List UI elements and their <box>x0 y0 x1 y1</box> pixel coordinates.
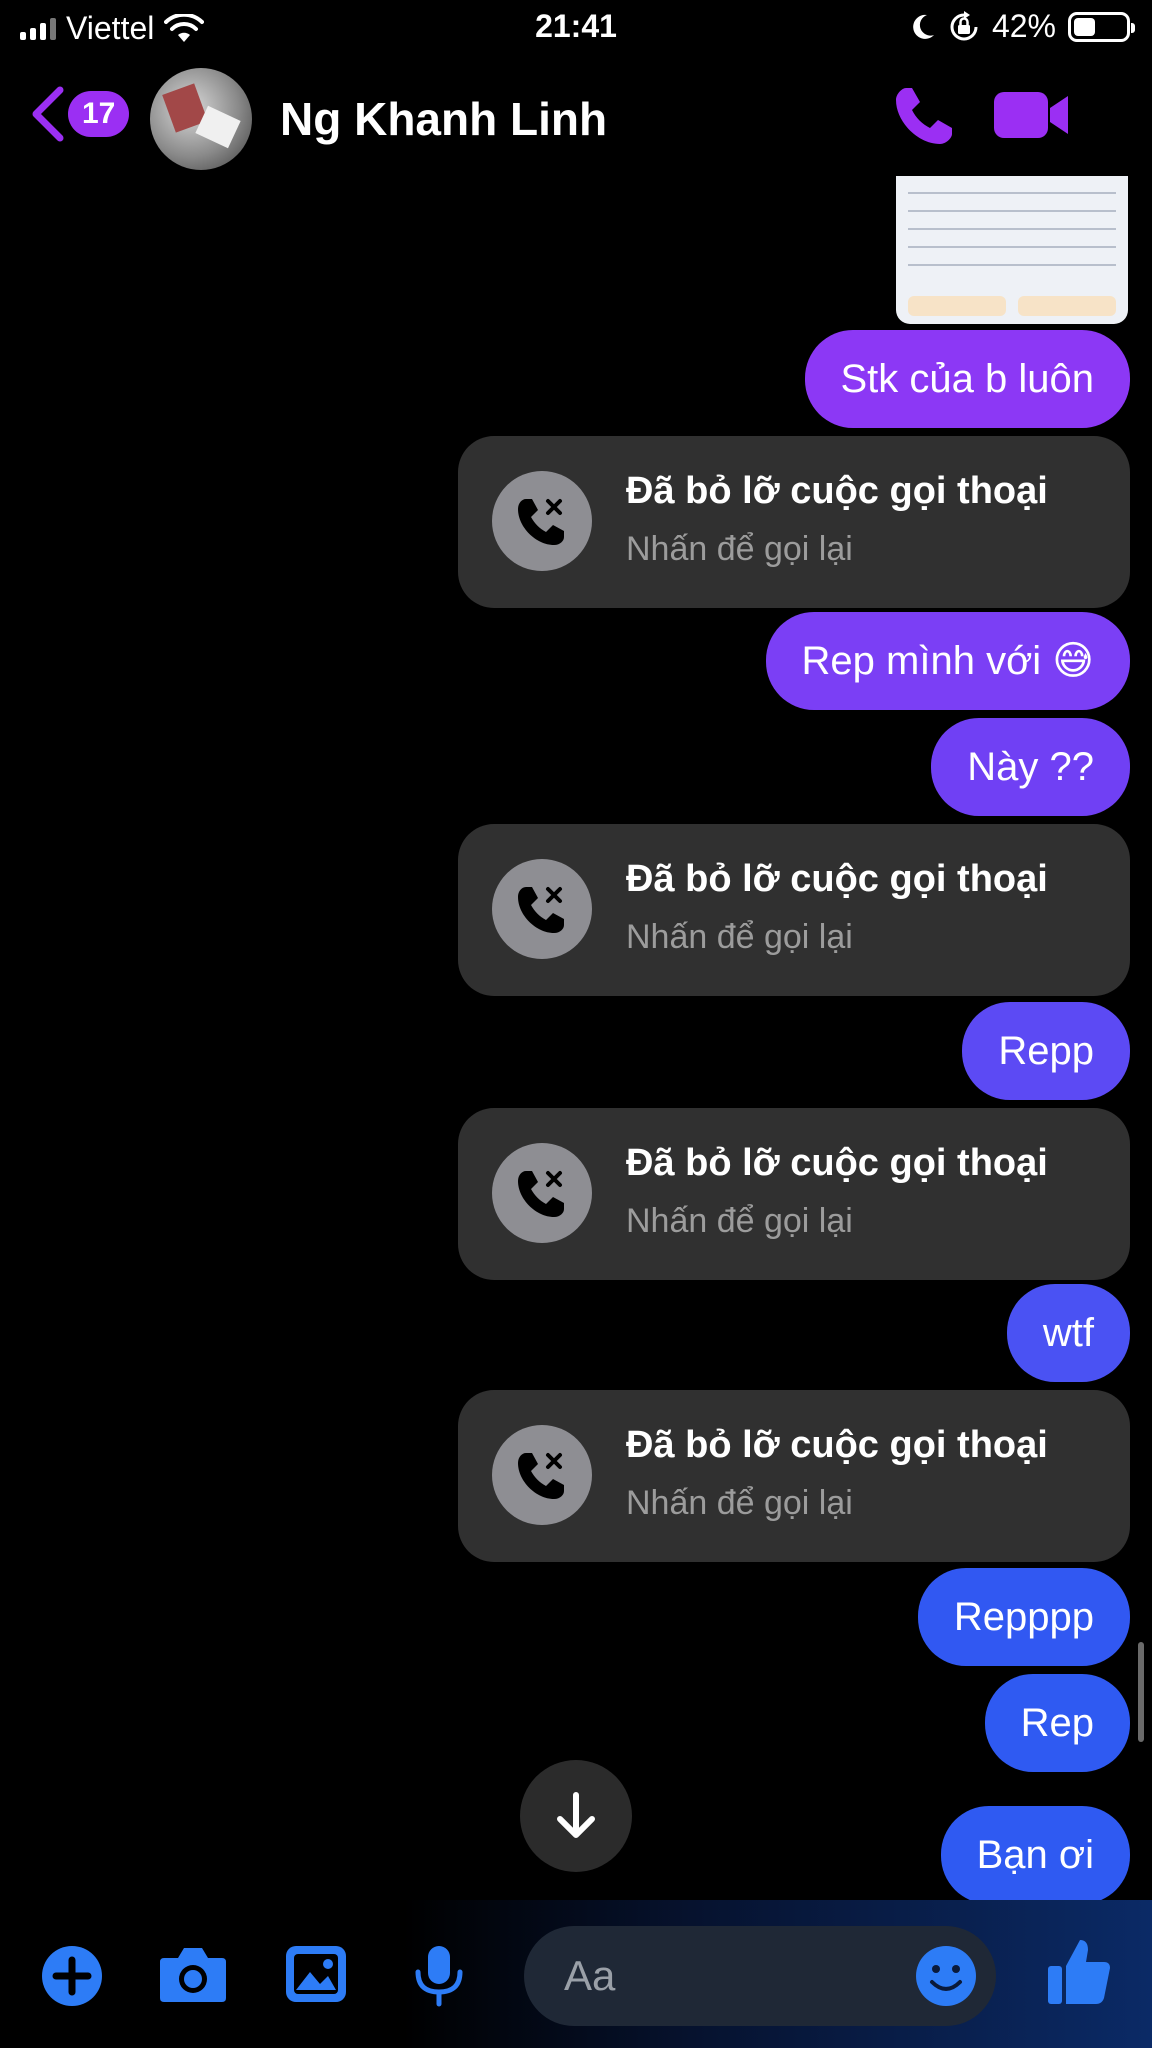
message-bubble[interactable]: Stk của b luôn <box>804 330 1130 428</box>
battery-icon <box>1068 11 1135 42</box>
thumbs-up-icon <box>1048 1940 1110 2004</box>
missed-call-subtitle: Nhấn để gọi lại <box>626 1484 853 1522</box>
image-icon <box>286 1946 346 2002</box>
phone-icon <box>896 88 952 144</box>
rotation-lock-icon <box>950 10 978 40</box>
missed-call-card[interactable]: Đã bỏ lỡ cuộc gọi thoại Nhấn để gọi lại <box>458 436 1130 608</box>
message-bubble[interactable]: wtf <box>1006 1284 1130 1382</box>
status-bar: Viettel 21:41 42% <box>0 0 1152 62</box>
transfer-receipt-image[interactable] <box>896 176 1128 324</box>
back-button[interactable]: 17 <box>30 86 130 142</box>
battery-percent: 42% <box>991 8 1056 44</box>
message-bubble[interactable]: Bạn ơi <box>940 1806 1130 1900</box>
missed-call-title: Đã bỏ lỡ cuộc gọi thoại <box>626 1424 1048 1466</box>
emoji-icon <box>916 1946 976 2006</box>
missed-call-card[interactable]: Đã bỏ lỡ cuộc gọi thoại Nhấn để gọi lại <box>458 1390 1130 1562</box>
contact-name[interactable]: Ng Khanh Linh <box>280 92 607 146</box>
message-bubble[interactable]: Rep <box>984 1674 1130 1772</box>
missed-call-subtitle: Nhấn để gọi lại <box>626 1202 853 1240</box>
message-input[interactable] <box>564 1946 884 2006</box>
avatar[interactable] <box>150 68 252 170</box>
message-bubble[interactable]: Rep mình với 😅 <box>765 612 1130 710</box>
composer-bar <box>0 1900 1152 2048</box>
gallery-button[interactable] <box>284 1944 348 2009</box>
more-actions-button[interactable] <box>40 1944 104 2013</box>
missed-call-card[interactable]: Đã bỏ lỡ cuộc gọi thoại Nhấn để gọi lại <box>458 1108 1130 1280</box>
message-bubble[interactable]: Này ?? <box>931 718 1130 816</box>
microphone-icon <box>415 1946 463 2007</box>
missed-call-subtitle: Nhấn để gọi lại <box>626 530 853 568</box>
missed-call-icon <box>492 859 592 959</box>
missed-call-title: Đã bỏ lỡ cuộc gọi thoại <box>626 1142 1048 1184</box>
unread-count-badge: 17 <box>68 91 130 137</box>
missed-call-icon <box>492 471 592 571</box>
conversation-header: 17 Ng Khanh Linh <box>0 62 1152 176</box>
chevron-left-icon <box>32 86 64 142</box>
missed-call-title: Đã bỏ lỡ cuộc gọi thoại <box>626 470 1048 512</box>
missed-call-card[interactable]: Đã bỏ lỡ cuộc gọi thoại Nhấn để gọi lại <box>458 824 1130 996</box>
video-camera-icon <box>994 92 1068 138</box>
like-button[interactable] <box>1046 1936 1112 2011</box>
missed-call-title: Đã bỏ lỡ cuộc gọi thoại <box>626 858 1048 900</box>
missed-call-icon <box>492 1425 592 1525</box>
emoji-button[interactable] <box>914 1944 978 2013</box>
scrollbar[interactable] <box>1138 1642 1144 1742</box>
voice-message-button[interactable] <box>412 1944 466 2013</box>
status-right: 42% <box>910 8 1135 45</box>
message-list[interactable]: Stk của b luôn Đã bỏ lỡ cuộc gọi thoại N… <box>0 176 1152 1900</box>
message-composer[interactable] <box>524 1926 996 2026</box>
camera-button[interactable] <box>158 1944 228 2009</box>
video-call-button[interactable] <box>992 88 1070 147</box>
missed-call-icon <box>492 1143 592 1243</box>
plus-icon <box>42 1946 102 2006</box>
scroll-to-bottom-button[interactable] <box>520 1760 632 1872</box>
moon-icon <box>913 14 934 39</box>
voice-call-button[interactable] <box>892 84 956 153</box>
message-bubble[interactable]: Repppp <box>917 1568 1130 1666</box>
camera-icon <box>160 1948 226 2002</box>
message-bubble[interactable]: Repp <box>962 1002 1130 1100</box>
missed-call-subtitle: Nhấn để gọi lại <box>626 918 853 956</box>
arrow-down-icon <box>557 1792 595 1838</box>
